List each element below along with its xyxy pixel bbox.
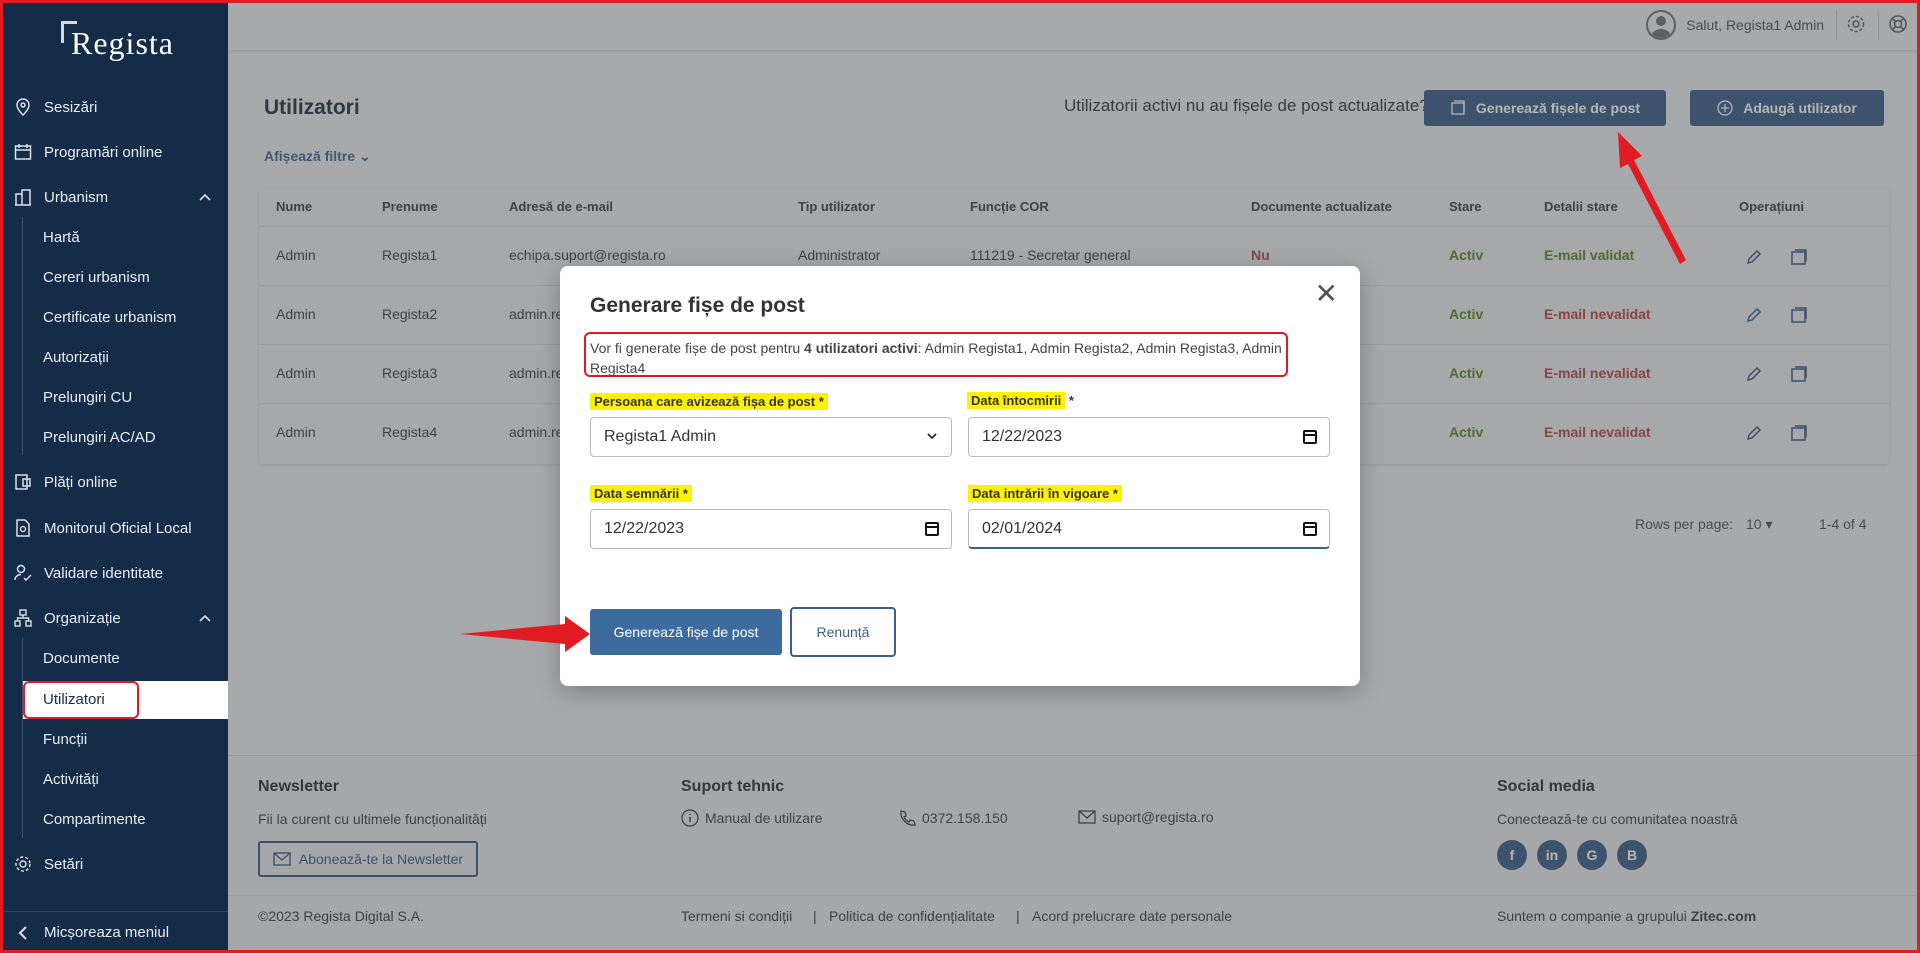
intocmire-date-input[interactable]: 12/22/2023 (968, 417, 1330, 457)
urbanism-sub-line (22, 217, 23, 455)
sidebar-item-setari[interactable]: Setări (3, 844, 228, 884)
vigoare-label: Data intrării în vigoare * (968, 485, 1122, 502)
sidebar-item-label: Urbanism (44, 188, 109, 206)
collapse-menu-label: Micșoreaza meniul (44, 924, 170, 941)
modal-info-text: Vor fi generate fișe de post pentru 4 ut… (584, 332, 1288, 377)
sidebar-item-urbanism[interactable]: Urbanism (3, 177, 228, 217)
map-pin-icon (13, 97, 33, 117)
gear-icon (13, 854, 33, 874)
sidebar-sub-autorizatii[interactable]: Autorizații (43, 337, 109, 377)
sidebar-item-label: Organizație (44, 609, 121, 627)
semnare-label: Data semnării * (590, 485, 692, 502)
calendar-icon (13, 142, 33, 162)
sidebar-sub-cereri-urbanism[interactable]: Cereri urbanism (43, 257, 150, 297)
user-check-icon (13, 563, 33, 583)
collapse-menu-button[interactable]: Micșoreaza meniul (3, 911, 228, 953)
close-icon[interactable]: ✕ (1315, 280, 1338, 308)
sidebar-sub-prelungiri-cu[interactable]: Prelungiri CU (43, 377, 132, 417)
sidebar-item-label: Programări online (44, 143, 163, 161)
logo[interactable]: Regista (71, 25, 174, 62)
generate-job-descriptions-modal: Generare fișe de post ✕ Vor fi generate … (560, 266, 1360, 686)
building-icon (13, 187, 33, 207)
generate-confirm-button[interactable]: Generează fișe de post (590, 609, 782, 655)
payment-icon (13, 472, 33, 492)
sidebar-item-label: Setări (44, 855, 84, 873)
sidebar-item-programari[interactable]: Programări online (3, 132, 228, 172)
chevron-left-icon (13, 923, 33, 943)
sidebar-sub-harta[interactable]: Hartă (43, 217, 80, 257)
org-chart-icon (13, 608, 33, 628)
organizatie-sub-line (22, 638, 23, 838)
sidebar-sub-functii[interactable]: Funcții (43, 719, 87, 759)
sidebar-sub-compartimente[interactable]: Compartimente (43, 799, 146, 839)
sidebar: Regista Sesizări Programări online Urban… (0, 0, 228, 953)
intocmire-label: Data întocmirii (967, 392, 1066, 409)
avizeaza-label: Persoana care avizează fișa de post * (590, 393, 828, 410)
calendar-icon[interactable] (925, 522, 939, 536)
cancel-button[interactable]: Renunță (790, 607, 896, 657)
intocmire-value: 12/22/2023 (982, 428, 1063, 445)
sidebar-sub-activitati[interactable]: Activități (43, 759, 99, 799)
sidebar-sub-prelungiri-acad[interactable]: Prelungiri AC/AD (43, 417, 156, 457)
chevron-up-icon (199, 193, 211, 201)
semnare-date-input[interactable]: 12/22/2023 (590, 509, 952, 549)
annotation-highlight-box (23, 681, 139, 719)
calendar-icon[interactable] (1303, 522, 1317, 536)
chevron-up-icon (199, 614, 211, 622)
avizeaza-select[interactable]: Regista1 Admin (590, 417, 952, 457)
info-bold: 4 utilizatori activi (804, 340, 918, 356)
sidebar-item-organizatie[interactable]: Organizație (3, 598, 228, 638)
sidebar-item-label: Plăți online (44, 473, 118, 491)
avizeaza-value: Regista1 Admin (604, 428, 717, 445)
intocmire-label-wrap: Data întocmirii * (967, 392, 1074, 409)
sidebar-item-sesizari[interactable]: Sesizări (3, 87, 228, 127)
document-badge-icon (13, 518, 33, 538)
calendar-icon[interactable] (1303, 430, 1317, 444)
sidebar-sub-certificate-urbanism[interactable]: Certificate urbanism (43, 297, 176, 337)
sidebar-sub-documente[interactable]: Documente (43, 638, 120, 678)
sidebar-item-label: Validare identitate (44, 564, 163, 582)
sidebar-item-monitorul[interactable]: Monitorul Oficial Local (3, 508, 228, 548)
vigoare-date-input[interactable]: 02/01/2024 (968, 509, 1330, 549)
semnare-value: 12/22/2023 (604, 520, 685, 537)
sidebar-item-label: Monitorul Oficial Local (44, 519, 192, 537)
sidebar-item-plati[interactable]: Plăți online (3, 462, 228, 502)
vigoare-value: 02/01/2024 (982, 519, 1063, 537)
sidebar-item-label: Sesizări (44, 98, 98, 116)
modal-title: Generare fișe de post (590, 294, 805, 317)
chevron-down-icon (927, 433, 937, 440)
sidebar-item-validare[interactable]: Validare identitate (3, 553, 228, 593)
info-prefix: Vor fi generate fișe de post pentru (590, 340, 801, 356)
